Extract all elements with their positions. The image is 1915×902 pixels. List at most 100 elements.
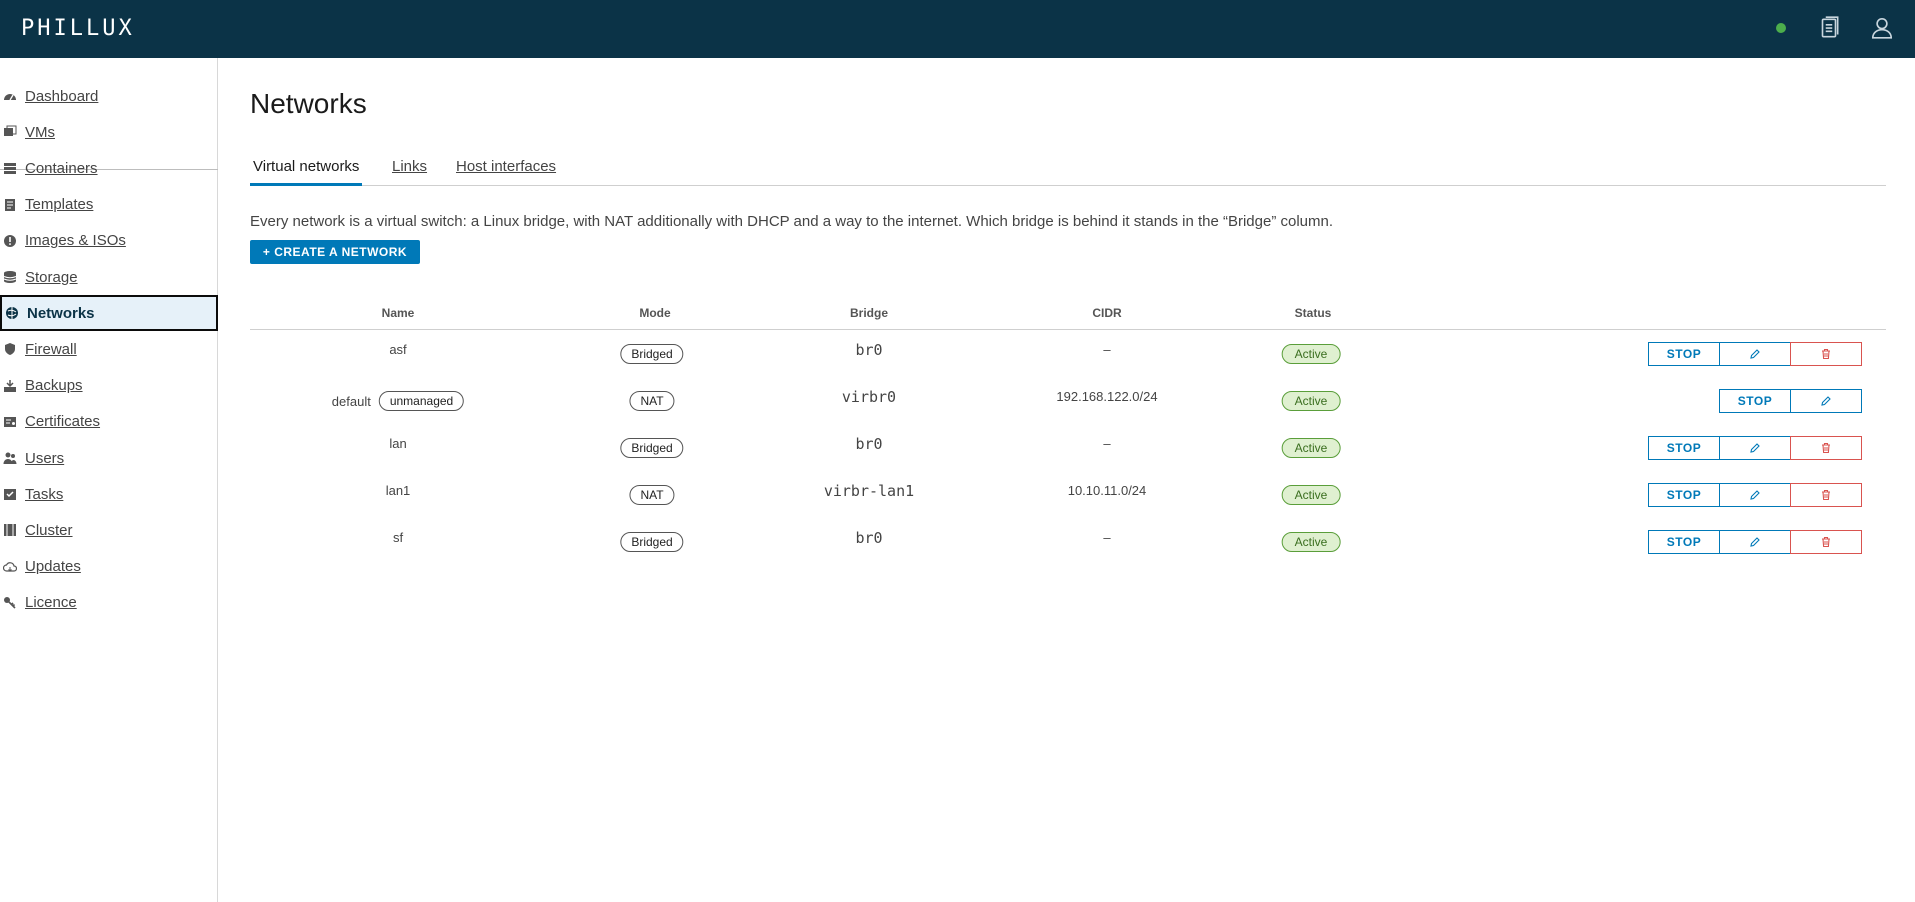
cidr-cell: – bbox=[1103, 530, 1111, 545]
status-indicator bbox=[1776, 23, 1786, 33]
tasks-icon bbox=[3, 487, 17, 501]
edit-button[interactable] bbox=[1719, 436, 1791, 460]
table-row[interactable]: default unmanaged NAT virbr0 192.168.122.0/2… bbox=[250, 377, 1886, 424]
table-row[interactable]: lan1 NAT virbr-lan1 10.10.11.0/24 Active STOP bbox=[250, 471, 1886, 518]
bridge-cell: br0 bbox=[855, 341, 883, 359]
table-header: Name Mode Bridge CIDR Status bbox=[250, 300, 1886, 330]
documents-icon[interactable] bbox=[1816, 15, 1842, 41]
stop-button[interactable]: STOP bbox=[1648, 530, 1720, 554]
mode-badge: Bridged bbox=[620, 438, 684, 458]
sidebar-item-certificates[interactable]: Certificates bbox=[0, 404, 218, 440]
shield-icon bbox=[3, 342, 17, 356]
mode-cell: Bridged bbox=[620, 344, 684, 364]
column-header-mode[interactable]: Mode bbox=[639, 306, 670, 320]
mode-cell: Bridged bbox=[620, 438, 684, 458]
mode-badge: NAT bbox=[629, 391, 675, 411]
edit-button[interactable] bbox=[1790, 389, 1862, 413]
storage-icon bbox=[3, 270, 17, 284]
delete-button[interactable] bbox=[1790, 342, 1862, 366]
tab-links[interactable]: Links bbox=[392, 158, 427, 186]
column-header-cidr[interactable]: CIDR bbox=[1092, 306, 1121, 320]
cidr-cell: – bbox=[1103, 436, 1111, 451]
edit-button[interactable] bbox=[1719, 342, 1791, 366]
stop-button[interactable]: STOP bbox=[1719, 389, 1791, 413]
sidebar-item-images-isos[interactable]: Images & ISOs bbox=[0, 223, 218, 259]
delete-button[interactable] bbox=[1790, 530, 1862, 554]
row-actions: STOP bbox=[1648, 530, 1862, 554]
edit-button[interactable] bbox=[1719, 530, 1791, 554]
sidebar-item-cluster[interactable]: Cluster bbox=[0, 512, 218, 548]
sidebar-item-licence[interactable]: Licence bbox=[0, 585, 218, 621]
delete-button[interactable] bbox=[1790, 483, 1862, 507]
sidebar-item-dashboard[interactable]: Dashboard bbox=[0, 78, 218, 114]
stop-button[interactable]: STOP bbox=[1648, 342, 1720, 366]
sidebar-item-updates[interactable]: Updates bbox=[0, 549, 218, 585]
tab-virtual-networks[interactable]: Virtual networks bbox=[250, 158, 363, 186]
column-header-bridge[interactable]: Bridge bbox=[850, 306, 888, 320]
row-actions: STOP bbox=[1648, 342, 1862, 366]
stop-button[interactable]: STOP bbox=[1648, 436, 1720, 460]
key-icon bbox=[3, 596, 17, 610]
app-logo[interactable]: PHILLUX bbox=[21, 16, 135, 41]
sidebar-item-label: Dashboard bbox=[25, 87, 99, 105]
sidebar-item-vms[interactable]: VMs bbox=[0, 114, 218, 150]
page-description: Every network is a virtual switch: a Lin… bbox=[250, 213, 1334, 230]
delete-button[interactable] bbox=[1790, 436, 1862, 460]
table-row[interactable]: lan Bridged br0 – Active STOP bbox=[250, 424, 1886, 471]
stop-button[interactable]: STOP bbox=[1648, 483, 1720, 507]
column-header-status[interactable]: Status bbox=[1295, 306, 1332, 320]
sidebar-item-firewall[interactable]: Firewall bbox=[0, 331, 218, 367]
sidebar-item-label: Cluster bbox=[25, 521, 73, 539]
top-bar: PHILLUX bbox=[0, 0, 1915, 58]
tab-host-interfaces[interactable]: Host interfaces bbox=[456, 158, 556, 186]
cluster-icon bbox=[3, 523, 17, 537]
mode-cell: NAT bbox=[629, 391, 675, 411]
image-icon bbox=[3, 234, 17, 248]
pencil-icon bbox=[1749, 489, 1761, 501]
cidr-cell: – bbox=[1103, 342, 1111, 357]
trash-icon bbox=[1820, 489, 1832, 501]
status-cell: Active bbox=[1281, 391, 1341, 411]
sidebar-item-label: Users bbox=[25, 449, 65, 467]
status-badge: Active bbox=[1281, 532, 1341, 552]
bridge-cell: virbr0 bbox=[841, 388, 897, 406]
sidebar-item-users[interactable]: Users bbox=[0, 440, 218, 476]
cloud-icon bbox=[3, 560, 17, 574]
container-icon bbox=[3, 161, 17, 175]
sidebar-item-label: Networks bbox=[27, 304, 95, 322]
row-actions: STOP bbox=[1719, 389, 1862, 413]
sidebar-item-label: Backups bbox=[25, 377, 83, 395]
sidebar-item-label: Containers bbox=[25, 159, 98, 177]
sidebar-item-containers[interactable]: Containers bbox=[0, 150, 218, 186]
pencil-icon bbox=[1749, 536, 1761, 548]
sidebar-item-storage[interactable]: Storage bbox=[0, 259, 218, 295]
network-name: sf bbox=[392, 530, 404, 545]
dashboard-icon bbox=[3, 89, 17, 103]
sidebar-item-label: Certificates bbox=[25, 413, 101, 431]
sidebar-item-networks[interactable]: Networks bbox=[0, 295, 218, 332]
column-header-name[interactable]: Name bbox=[382, 306, 415, 320]
table-row[interactable]: sf Bridged br0 – Active STOP bbox=[250, 518, 1886, 565]
pencil-icon bbox=[1820, 395, 1832, 407]
trash-icon bbox=[1820, 536, 1832, 548]
users-icon bbox=[3, 451, 17, 465]
sidebar-item-label: Updates bbox=[25, 558, 81, 576]
user-icon[interactable] bbox=[1869, 15, 1895, 41]
sidebar-item-templates[interactable]: Templates bbox=[0, 187, 218, 223]
mode-cell: Bridged bbox=[620, 532, 684, 552]
sidebar-item-label: VMs bbox=[25, 123, 55, 141]
bridge-cell: virbr-lan1 bbox=[823, 482, 915, 500]
mode-cell: NAT bbox=[629, 485, 675, 505]
bridge-cell: br0 bbox=[855, 435, 883, 453]
certificate-icon bbox=[3, 415, 17, 429]
sidebar-item-label: Images & ISOs bbox=[25, 232, 126, 250]
edit-button[interactable] bbox=[1719, 483, 1791, 507]
sidebar-item-label: Storage bbox=[25, 268, 78, 286]
sidebar-item-tasks[interactable]: Tasks bbox=[0, 476, 218, 512]
table-row[interactable]: asf Bridged br0 – Active STOP bbox=[250, 330, 1886, 377]
status-badge: Active bbox=[1281, 391, 1341, 411]
create-network-button[interactable]: + CREATE A NETWORK bbox=[250, 240, 420, 264]
backup-icon bbox=[3, 379, 17, 393]
status-cell: Active bbox=[1281, 532, 1341, 552]
sidebar-item-backups[interactable]: Backups bbox=[0, 368, 218, 404]
